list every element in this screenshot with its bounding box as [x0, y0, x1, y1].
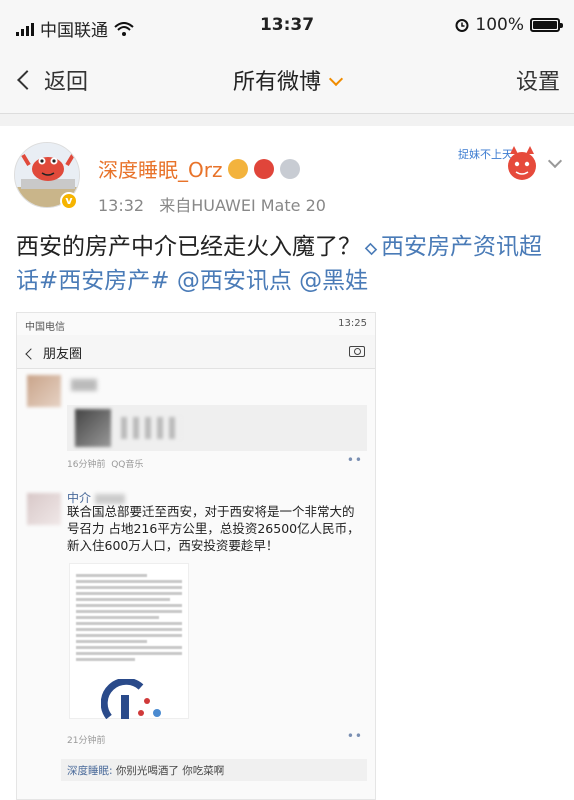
verified-badge-icon: v: [60, 192, 78, 210]
blurred-title: [121, 417, 181, 439]
alarm-icon: [455, 19, 469, 32]
shared-music-card: [67, 405, 367, 451]
embedded-carrier: 中国电信: [25, 322, 65, 333]
medal-icon: [280, 158, 301, 179]
embedded-title: 朋友圈: [43, 347, 83, 362]
hashtag-link[interactable]: #西安房产#: [39, 268, 170, 294]
card-decoration-icon: 捉妹不上天: [458, 146, 536, 180]
post-text-body: 西安的房产中介已经走火入魔了？: [16, 234, 361, 260]
embedded-status-bar: 中国电信 13:25: [17, 313, 375, 335]
post-card: v 深度睡眠_Orz 13:32 来自HUAWEI Mate 20 捉妹不上天 …: [0, 126, 574, 800]
supertopic-icon: [364, 242, 378, 256]
blurred-name: [95, 493, 126, 504]
blurred-avatar: [27, 375, 61, 407]
battery-percent: 100%: [475, 15, 524, 35]
nav-bar: 返回 所有微博 设置: [0, 46, 574, 114]
mention-link[interactable]: @黑娃: [299, 268, 368, 294]
embedded-nav: 朋友圈: [17, 335, 375, 369]
decor-text: 捉妹不上天: [458, 147, 513, 161]
chevron-left-icon: [25, 348, 37, 360]
moment-time: 21分钟前: [67, 736, 106, 746]
post-time: 13:32: [98, 196, 145, 215]
comment-author: 深度睡眠:: [67, 765, 113, 777]
battery-icon: [530, 18, 563, 32]
moment-text: 联合国总部要迁至西安，对于西安将是一个非常大的号召力 占地216平方公里，总投资…: [67, 504, 360, 553]
crown-icon: [228, 158, 249, 179]
more-dots-icon: ••: [346, 453, 363, 467]
post-meta: 13:32 来自HUAWEI Mate 20: [98, 192, 336, 216]
embedded-time: 13:25: [338, 318, 367, 329]
moment-time: 16分钟前 QQ音乐: [67, 457, 143, 470]
post-source: 来自HUAWEI Mate 20: [159, 196, 326, 215]
battery-fill: [533, 21, 557, 29]
status-bar: 中国联通 13:37 100%: [0, 0, 574, 46]
feed-filter-title[interactable]: 所有微博: [0, 64, 574, 96]
page-title: 所有微博: [232, 70, 321, 95]
chevron-down-icon[interactable]: [547, 153, 563, 169]
settings-button[interactable]: 设置: [516, 64, 560, 96]
more-dots-icon: ••: [346, 729, 363, 743]
blurred-album-art: [75, 409, 111, 447]
post-author[interactable]: 深度睡眠_Orz: [98, 154, 301, 183]
status-right: 100%: [455, 15, 563, 35]
comment-text: 你别光喝酒了 你吃菜啊: [112, 765, 225, 777]
mention-link[interactable]: @西安讯点: [177, 268, 292, 294]
camera-icon: [349, 346, 365, 357]
moment-comment: 深度睡眠: 你别光喝酒了 你吃菜啊: [61, 759, 367, 781]
username: 深度睡眠_Orz: [98, 158, 223, 182]
un-logo-icon: [101, 679, 161, 719]
rank-badge-icon: [254, 158, 275, 179]
chevron-down-icon: [328, 71, 344, 87]
post-text: 西安的房产中介已经走火入魔了？ 西安房产资讯超话#西安房产# @西安讯点 @黑娃: [16, 230, 556, 298]
moment-source: QQ音乐: [111, 460, 144, 470]
blurred-avatar: [27, 493, 61, 525]
post-image[interactable]: 中国电信 13:25 朋友圈 16分钟前 QQ音乐 •• 中介 联合国总部要迁至…: [16, 312, 376, 800]
blurred-name: [71, 379, 97, 391]
moment-time-label: 16分钟前: [67, 460, 106, 470]
